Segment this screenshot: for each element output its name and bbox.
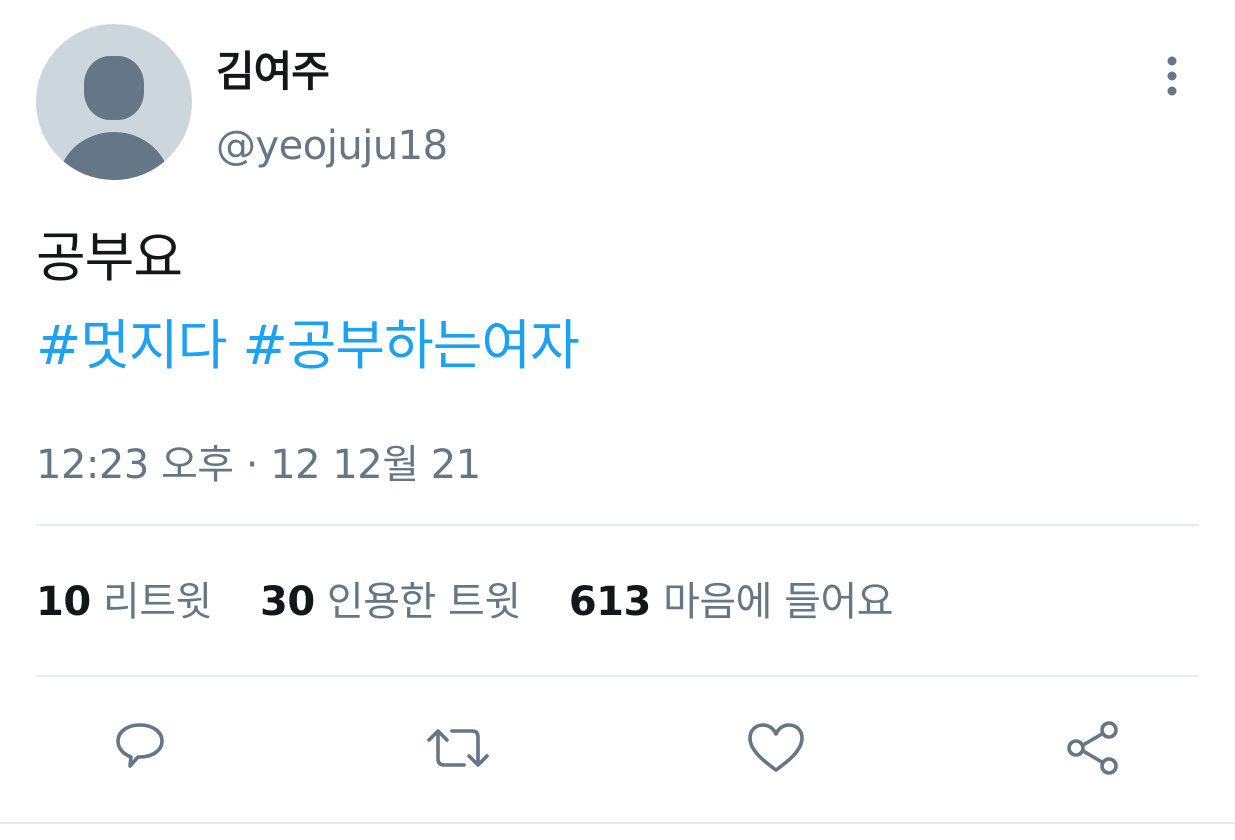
likes-count: 613 — [568, 579, 652, 625]
quotes-stat[interactable]: 30 인용한 트윗 — [260, 574, 521, 630]
reply-icon — [116, 723, 164, 768]
share-button[interactable] — [1057, 712, 1129, 784]
reply-button[interactable] — [104, 712, 176, 784]
more-options-button[interactable] — [1152, 50, 1192, 102]
display-name[interactable]: 김여주 — [216, 44, 330, 100]
quotes-count: 30 — [260, 579, 315, 625]
like-button[interactable] — [740, 712, 812, 784]
likes-stat[interactable]: 613 마음에 들어요 — [568, 574, 894, 630]
retweets-count: 10 — [36, 579, 91, 625]
default-avatar-icon — [58, 56, 170, 180]
avatar[interactable] — [36, 24, 192, 180]
heart-icon — [748, 723, 804, 772]
tweet-detail: 김여주 @yeojuju18 공부요 #멋지다 #공부하는여자 12:23 오후… — [0, 0, 1235, 840]
tweet-actions — [0, 712, 1235, 784]
quotes-label: 인용한 트윗 — [326, 579, 521, 625]
share-icon — [1067, 721, 1118, 775]
hashtag-link[interactable]: #공부하는여자 — [242, 314, 579, 377]
likes-label: 마음에 들어요 — [663, 579, 894, 625]
tweet-text: 공부요 — [36, 226, 183, 289]
user-handle[interactable]: @yeojuju18 — [216, 120, 448, 172]
hashtag-list: #멋지다 #공부하는여자 — [36, 312, 580, 380]
retweets-label: 리트윗 — [102, 579, 212, 625]
retweets-stat[interactable]: 10 리트윗 — [36, 574, 212, 630]
divider — [0, 822, 1235, 824]
tweet-stats: 10 리트윗 30 인용한 트윗 613 마음에 들어요 — [36, 574, 929, 630]
retweet-button[interactable] — [422, 712, 494, 784]
retweet-icon — [427, 729, 489, 767]
divider — [36, 675, 1199, 677]
divider — [36, 524, 1199, 526]
hashtag-link[interactable]: #멋지다 — [36, 314, 227, 377]
tweet-timestamp[interactable]: 12:23 오후 · 12 12월 21 — [36, 438, 481, 492]
more-vertical-icon — [1167, 56, 1177, 96]
